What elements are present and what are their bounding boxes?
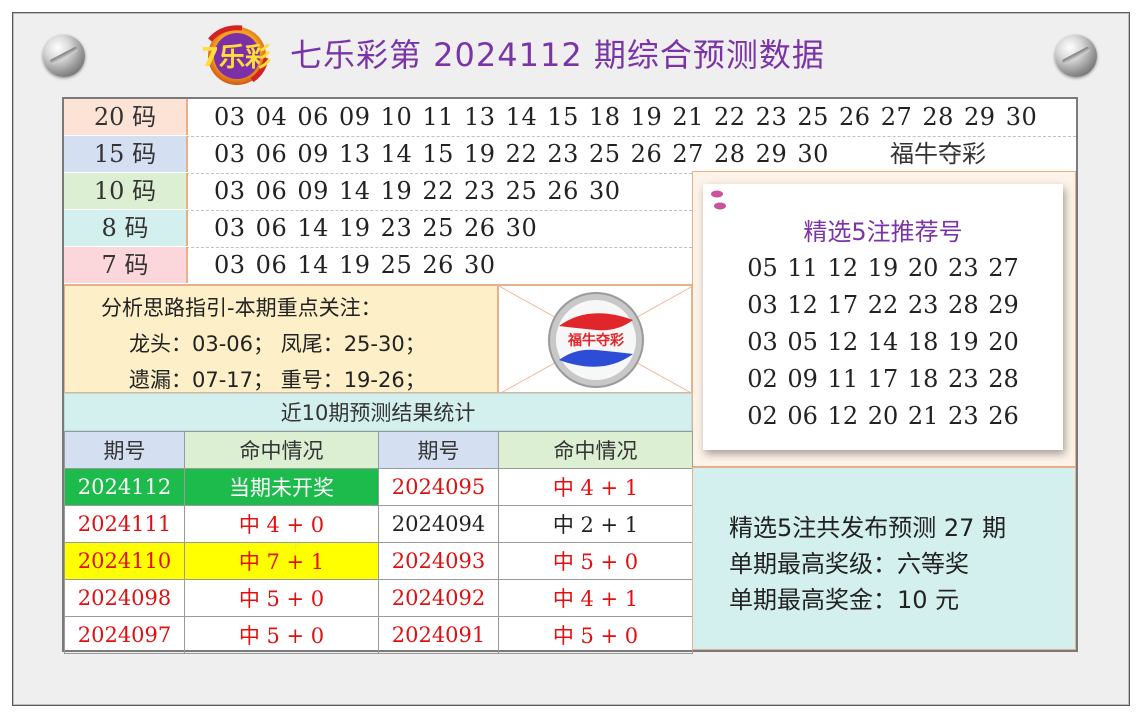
row-numbers: 03 04 06 09 10 11 13 14 15 18 19 21 22 2… (214, 103, 1038, 131)
svg-text:福牛夺彩: 福牛夺彩 (567, 332, 624, 349)
period-cell: 2024092 (378, 579, 499, 617)
column-header-period: 期号 (64, 431, 185, 469)
table-row: 2024098 中 5 + 0 2024092 中 4 + 1 (64, 579, 693, 617)
row-label: 20 码 (64, 99, 188, 135)
slogan-text: 福牛夺彩 (890, 140, 986, 168)
table-row: 2024112 当期未开奖 2024095 中 4 + 1 (64, 468, 693, 506)
table-header-row: 期号 命中情况 期号 命中情况 (64, 431, 693, 469)
number-row-20: 20 码 03 04 06 09 10 11 13 14 15 18 19 21… (64, 99, 1076, 136)
hit-cell: 中 2 + 1 (498, 505, 693, 543)
recommend-line: 03 05 12 14 18 19 20 (747, 328, 1019, 356)
screw-icon (43, 35, 85, 77)
page-title: 七乐彩第 2024112 期综合预测数据 (290, 36, 825, 74)
analysis-line: 遗漏：07-17； 重号：19-26； (129, 368, 426, 392)
pin-icon (711, 190, 726, 210)
summary-line: 单期最高奖金：10 元 (729, 586, 960, 614)
recommend-line: 05 11 12 19 20 23 27 (747, 254, 1019, 282)
table-row: 2024111 中 4 + 0 2024094 中 2 + 1 (64, 505, 693, 543)
hit-cell: 中 5 + 0 (498, 542, 693, 580)
svg-text:7乐彩: 7乐彩 (202, 43, 271, 73)
recommend-line: 02 09 11 17 18 23 28 (747, 365, 1019, 393)
qilecai-logo-icon: 7乐彩 (202, 25, 271, 85)
table-row: 2024110 中 7 + 1 2024093 中 5 + 0 (64, 542, 693, 580)
hit-cell: 中 4 + 0 (184, 505, 379, 543)
period-cell: 2024098 (64, 579, 185, 617)
fortune-ball-icon: 福牛夺彩 (499, 286, 691, 392)
table-row: 2024097 中 5 + 0 2024091 中 5 + 0 (64, 616, 693, 654)
summary-line: 单期最高奖级：六等奖 (729, 550, 969, 578)
recommend-line: 02 06 12 20 21 23 26 (747, 402, 1019, 430)
row-label: 10 码 (64, 173, 188, 209)
period-cell: 2024111 (64, 505, 185, 543)
analysis-line: 龙头：03-06； 凤尾：25-30； (129, 332, 426, 356)
period-cell: 2024110 (64, 542, 185, 580)
analysis-heading: 分析思路指引-本期重点关注： (101, 296, 382, 320)
row-numbers: 03 06 09 13 14 15 19 22 23 25 26 27 28 2… (214, 140, 829, 168)
period-cell: 2024097 (64, 616, 185, 654)
row-label: 15 码 (64, 136, 188, 172)
period-cell: 2024112 (64, 468, 185, 506)
recommend-title: 精选5注推荐号 (803, 218, 963, 246)
column-header-hit: 命中情况 (184, 431, 379, 469)
hit-cell: 中 7 + 1 (184, 542, 379, 580)
period-cell: 2024095 (378, 468, 499, 506)
stats-title: 近10期预测结果统计 (64, 393, 692, 431)
screw-icon (1055, 35, 1097, 77)
hit-cell: 中 4 + 1 (498, 468, 693, 506)
row-label: 7 码 (64, 247, 188, 283)
period-cell: 2024094 (378, 505, 499, 543)
analysis-box: 分析思路指引-本期重点关注： 龙头：03-06； 凤尾：25-30； 遗漏：07… (64, 285, 498, 393)
hit-cell: 中 5 + 0 (184, 616, 379, 654)
hit-cell: 中 5 + 0 (184, 579, 379, 617)
summary-line: 精选5注共发布预测 27 期 (729, 514, 1007, 542)
row-numbers: 03 06 14 19 25 26 30 (214, 251, 496, 279)
recommend-paper: 精选5注推荐号 05 11 12 19 20 23 27 03 12 17 22… (703, 184, 1063, 450)
hit-cell: 中 4 + 1 (498, 579, 693, 617)
row-label: 8 码 (64, 210, 188, 246)
period-cell: 2024093 (378, 542, 499, 580)
recommend-line: 03 12 17 22 23 28 29 (747, 291, 1019, 319)
recommend-box: 精选5注推荐号 05 11 12 19 20 23 27 03 12 17 22… (692, 171, 1076, 467)
period-cell: 2024091 (378, 616, 499, 654)
row-numbers: 03 06 14 19 23 25 26 30 (214, 214, 538, 242)
hit-cell: 当期未开奖 (184, 468, 379, 506)
row-numbers: 03 06 09 14 19 22 23 25 26 30 (214, 177, 621, 205)
column-header-hit: 命中情况 (498, 431, 693, 469)
column-header-period: 期号 (378, 431, 499, 469)
hit-cell: 中 5 + 0 (498, 616, 693, 654)
forecast-panel: 20 码 03 04 06 09 10 11 13 14 15 18 19 21… (62, 97, 1078, 654)
summary-box: 精选5注共发布预测 27 期 单期最高奖级：六等奖 单期最高奖金：10 元 (692, 467, 1076, 650)
hit-stats-table: 期号 命中情况 期号 命中情况 2024112 当期未开奖 2024095 中 … (64, 431, 693, 654)
emblem-box: 福牛夺彩 (498, 285, 692, 393)
number-row-15: 15 码 03 06 09 13 14 15 19 22 23 25 26 27… (64, 136, 1076, 173)
